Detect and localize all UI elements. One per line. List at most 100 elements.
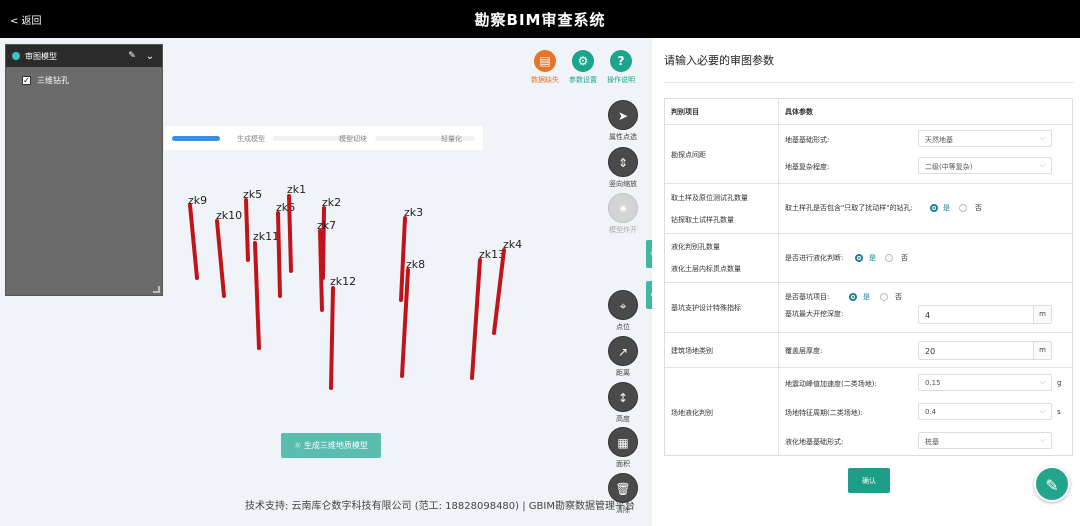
vertical-zoom-label: 竖向缩放 xyxy=(609,180,637,188)
cover-label: 覆盖层厚度: xyxy=(785,347,823,355)
liq-foundation-select[interactable]: 桩基 ⌵ xyxy=(918,432,1052,449)
title-divider xyxy=(664,82,1074,83)
liq-foundation-label: 液化地基基础形式: xyxy=(785,438,844,446)
sampling-question: 取土样孔是否包含"只取了扰动样"的钻孔: xyxy=(785,204,913,212)
borehole-label: zk5 xyxy=(243,188,262,201)
table-row: 取土样及原位测试孔数量 钻探取土试样孔数量 取土样孔是否包含"只取了扰动样"的钻… xyxy=(665,183,1072,233)
liquefaction-item-1: 液化判别孔数量 xyxy=(671,243,720,251)
borehole-zk12[interactable] xyxy=(329,286,335,390)
sampling-item-1: 取土样及原位测试孔数量 xyxy=(671,194,748,202)
parameter-panel: 请输入必要的审图参数 判别项目 具体参数 勘探点间距 地基基础形式: 天然地基 ⌵… xyxy=(652,38,1080,526)
spacing-item: 勘探点间距 xyxy=(671,151,706,159)
help-button[interactable]: ? 操作说明 xyxy=(602,50,640,85)
model-tree-panel: 审图模型 ✎ ⌄ ✓ 三维钻孔 xyxy=(5,44,163,296)
accel-label: 地震动峰值加速度(二类场地): xyxy=(785,380,877,388)
sampling-no-radio[interactable] xyxy=(959,204,967,212)
chevron-down-icon: ⌵ xyxy=(1039,161,1045,169)
borehole-zk7[interactable] xyxy=(318,229,324,312)
model-checkbox[interactable]: ✓ xyxy=(22,76,31,85)
pit-no-label: 否 xyxy=(895,293,902,301)
edit-note-icon[interactable]: ✎ xyxy=(1034,466,1070,502)
borehole-label: zk2 xyxy=(322,196,341,209)
sampling-yes-radio[interactable] xyxy=(930,204,938,212)
pit-depth-input[interactable]: 4m xyxy=(918,305,1052,324)
foundation-select[interactable]: 天然地基 ⌵ xyxy=(918,130,1052,147)
footer-text: 技术支持: 云南库仑数字科技有限公司 (范工: 18828098480) | G… xyxy=(245,501,635,512)
period-select[interactable]: 0.4 ⌵ xyxy=(918,403,1052,420)
borehole-label: zk9 xyxy=(188,194,207,207)
model-explode-button[interactable]: ✷ 模型炸开 xyxy=(605,193,641,235)
borehole-label: zk3 xyxy=(404,206,423,219)
area-icon: ▦ xyxy=(608,427,638,457)
top-bar: < 返回 勘察BIM审查系统 xyxy=(0,0,1080,38)
sampling-yes-label: 是 xyxy=(943,204,950,212)
model-dot-icon xyxy=(12,52,20,60)
sampling-item-2: 钻探取土试样孔数量 xyxy=(671,216,734,224)
borehole-zk1[interactable] xyxy=(287,194,293,273)
borehole-label: zk11 xyxy=(253,230,279,243)
sampling-no-label: 否 xyxy=(975,204,982,212)
pit-yes-radio[interactable] xyxy=(849,293,857,301)
data-missing-button[interactable]: ▤ 数据缺失 xyxy=(526,50,564,85)
liquefaction-yes-radio[interactable] xyxy=(855,254,863,262)
complexity-select[interactable]: 二级(中等复杂) ⌵ xyxy=(918,157,1052,174)
gear-icon: ⚙ xyxy=(572,50,594,72)
chevron-down-icon: ⌵ xyxy=(1039,134,1045,142)
table-row: 液化判别孔数量 液化土层内标贯点数量 是否进行液化判断: 是 否 xyxy=(665,233,1072,282)
chevron-down-icon: ⌵ xyxy=(1039,378,1045,386)
model-tree-item[interactable]: ✓ 三维钻孔 xyxy=(6,67,162,86)
app-title: 勘察BIM审查系统 xyxy=(474,11,606,29)
progress-step-2-label: 模型切块 xyxy=(339,135,367,143)
cover-thickness-input[interactable]: 20 m xyxy=(918,341,1052,360)
borehole-zk6[interactable] xyxy=(276,211,282,298)
site-liq-item: 场地液化判别 xyxy=(671,409,713,417)
attribute-pick-button[interactable]: ➤ 属性点选 xyxy=(605,100,641,142)
area-button[interactable]: ▦ 面积 xyxy=(605,427,641,469)
model-viewer[interactable]: zk9 zk10 zk5 zk11 zk6 zk1 zk2 zk7 zk12 zk3 zk8 zk13… xyxy=(0,38,650,526)
borehole-zk4[interactable] xyxy=(492,248,506,335)
area-label: 面积 xyxy=(616,460,630,468)
borehole-zk11[interactable] xyxy=(253,241,261,350)
pin-icon[interactable]: ✎ xyxy=(126,51,138,61)
generate-model-button[interactable]: ☼ 生成三维地质模型 xyxy=(281,433,381,458)
foundation-label: 地基基础形式: xyxy=(785,136,830,144)
question-icon: ? xyxy=(610,50,632,72)
borehole-zk10[interactable] xyxy=(215,219,226,298)
height-icon: ↕ xyxy=(608,382,638,412)
height-label: 高度 xyxy=(616,415,630,423)
point-icon: ⌖ xyxy=(608,290,638,320)
borehole-zk13[interactable] xyxy=(470,258,482,380)
point-label: 点位 xyxy=(616,323,630,331)
vertical-zoom-button[interactable]: ⇕ 竖向缩放 xyxy=(605,147,641,189)
borehole-zk3[interactable] xyxy=(399,216,407,302)
progress-step-3-label: 轻量化 xyxy=(441,135,462,143)
liquefaction-yes-label: 是 xyxy=(869,254,876,262)
resize-handle-icon[interactable] xyxy=(153,286,160,293)
help-label: 操作说明 xyxy=(607,76,635,84)
model-panel-title: 审图模型 xyxy=(25,51,57,61)
progress-card: 生成模型 模型切块 轻量化 xyxy=(165,126,483,150)
document-icon: ▤ xyxy=(534,50,556,72)
distance-button[interactable]: ↗ 距离 xyxy=(605,336,641,378)
borehole-label: zk12 xyxy=(330,275,356,288)
col-item-header: 判别项目 xyxy=(671,108,699,116)
table-row: 场地液化判别 地震动峰值加速度(二类场地): 0.15 ⌵ g 场地特征周期(二类… xyxy=(665,367,1072,456)
chevron-down-icon[interactable]: ⌄ xyxy=(144,51,156,62)
confirm-button[interactable]: 确认 xyxy=(848,468,890,493)
liquefaction-no-label: 否 xyxy=(901,254,908,262)
borehole-label: zk8 xyxy=(406,258,425,271)
table-row: 建筑场地类别 覆盖层厚度: 20 m xyxy=(665,332,1072,367)
liquefaction-no-radio[interactable] xyxy=(885,254,893,262)
borehole-zk5[interactable] xyxy=(244,198,250,262)
point-button[interactable]: ⌖ 点位 xyxy=(605,290,641,332)
pit-no-radio[interactable] xyxy=(880,293,888,301)
borehole-zk9[interactable] xyxy=(188,203,199,280)
progress-step-1-bar xyxy=(172,136,220,141)
cover-unit: m xyxy=(1033,342,1051,359)
accel-select[interactable]: 0.15 ⌵ xyxy=(918,374,1052,391)
height-button[interactable]: ↕ 高度 xyxy=(605,382,641,424)
borehole-label: zk10 xyxy=(216,209,242,222)
model-item-label: 三维钻孔 xyxy=(37,76,69,85)
complexity-label: 地基复杂程度: xyxy=(785,163,830,171)
param-settings-button[interactable]: ⚙ 参数设置 xyxy=(564,50,602,85)
